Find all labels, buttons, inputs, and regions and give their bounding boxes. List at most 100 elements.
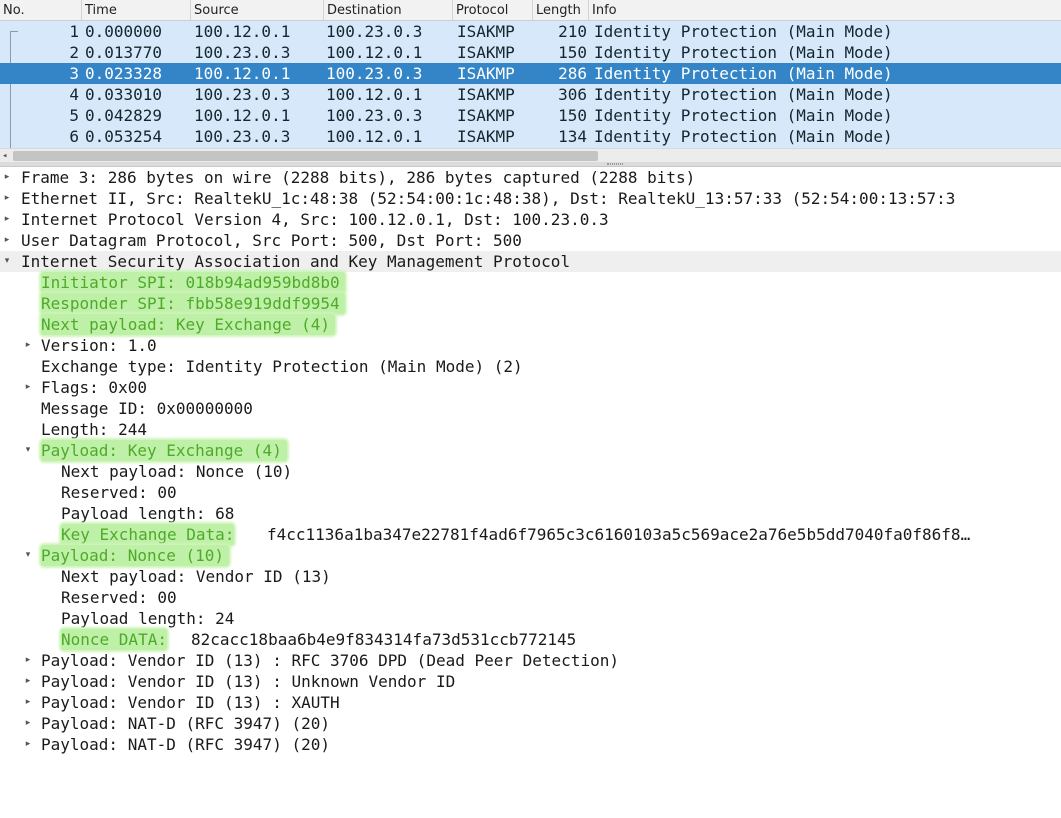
packet-no: 3 [69, 64, 79, 83]
collapse-arrow-icon[interactable]: ▾ [21, 545, 35, 566]
packet-protocol: ISAKMP [457, 85, 515, 104]
column-header-time[interactable]: Time [82, 0, 191, 20]
packet-source: 100.12.0.1 [194, 22, 291, 41]
scroll-left-arrow-icon[interactable]: ◂ [2, 149, 7, 163]
field-label: Key Exchange Data: [61, 524, 235, 545]
column-header-protocol[interactable]: Protocol [453, 0, 533, 20]
field-ke-payload-length[interactable]: Payload length: 68 [0, 503, 1061, 524]
field-label: Payload: Vendor ID (13) : Unknown Vendor… [41, 672, 456, 691]
expand-arrow-icon[interactable]: ▸ [21, 692, 35, 713]
packet-destination: 100.23.0.3 [326, 106, 423, 125]
tree-item-frame[interactable]: ▸ Frame 3: 286 bytes on wire (2288 bits)… [0, 167, 1061, 188]
packet-info: Identity Protection (Main Mode) [594, 106, 893, 125]
field-responder-spi[interactable]: Responder SPI: fbb58e919ddf9954 [0, 293, 1061, 314]
tree-item-payload-nonce[interactable]: ▾ Payload: Nonce (10) [0, 545, 1061, 566]
tree-item-payload-key-exchange[interactable]: ▾ Payload: Key Exchange (4) [0, 440, 1061, 461]
tree-item-vendor-dpd[interactable]: ▸ Payload: Vendor ID (13) : RFC 3706 DPD… [0, 650, 1061, 671]
tree-item-udp[interactable]: ▸ User Datagram Protocol, Src Port: 500,… [0, 230, 1061, 251]
packet-info: Identity Protection (Main Mode) [594, 43, 893, 62]
expand-arrow-icon[interactable]: ▸ [0, 230, 14, 251]
packet-time: 0.023328 [85, 64, 163, 83]
field-value: 82cacc18baa6b4e9f834314fa73d531ccb772145 [191, 630, 577, 649]
column-header-destination[interactable]: Destination [324, 0, 453, 20]
expand-arrow-icon[interactable]: ▸ [0, 188, 14, 209]
packet-details-tree[interactable]: ▸ Frame 3: 286 bytes on wire (2288 bits)… [0, 167, 1061, 756]
packet-list-header: No. Time Source Destination Protocol Len… [0, 0, 1061, 21]
field-label: Payload: Nonce (10) [41, 545, 230, 566]
packet-source: 100.23.0.3 [194, 43, 291, 62]
field-exchange-type[interactable]: Exchange type: Identity Protection (Main… [0, 356, 1061, 377]
packet-destination: 100.23.0.3 [326, 22, 423, 41]
packet-row[interactable]: 2 0.013770 100.23.0.3 100.12.0.1 ISAKMP … [0, 42, 1061, 63]
expand-arrow-icon[interactable]: ▸ [21, 650, 35, 671]
field-label: Payload: Key Exchange (4) [41, 440, 287, 461]
packet-row[interactable]: 5 0.042829 100.12.0.1 100.23.0.3 ISAKMP … [0, 105, 1061, 126]
column-header-no[interactable]: No. [0, 0, 82, 20]
packet-time: 0.042829 [85, 106, 163, 125]
packet-protocol: ISAKMP [457, 22, 515, 41]
packet-list-horizontal-scrollbar[interactable]: ◂ [0, 148, 1061, 163]
packet-source: 100.12.0.1 [194, 64, 291, 83]
field-label: Reserved: 00 [61, 483, 177, 502]
field-ke-reserved[interactable]: Reserved: 00 [0, 482, 1061, 503]
column-header-length[interactable]: Length [533, 0, 589, 20]
field-label: Payload: Vendor ID (13) : RFC 3706 DPD (… [41, 651, 619, 670]
field-label: Length: 244 [41, 420, 147, 439]
tree-item-nat-d[interactable]: ▸ Payload: NAT-D (RFC 3947) (20) [0, 713, 1061, 734]
field-ke-next-payload[interactable]: Next payload: Nonce (10) [0, 461, 1061, 482]
packet-info: Identity Protection (Main Mode) [594, 22, 893, 41]
tree-item-label: User Datagram Protocol, Src Port: 500, D… [21, 231, 522, 250]
column-header-source[interactable]: Source [191, 0, 324, 20]
tree-item-nat-d[interactable]: ▸ Payload: NAT-D (RFC 3947) (20) [0, 734, 1061, 755]
packet-time: 0.000000 [85, 22, 163, 41]
field-version[interactable]: ▸ Version: 1.0 [0, 335, 1061, 356]
scrollbar-thumb[interactable] [13, 151, 598, 161]
packet-row[interactable]: 1 0.000000 100.12.0.1 100.23.0.3 ISAKMP … [0, 21, 1061, 42]
packet-no: 4 [69, 85, 79, 104]
tree-item-vendor-unknown[interactable]: ▸ Payload: Vendor ID (13) : Unknown Vend… [0, 671, 1061, 692]
column-header-info[interactable]: Info [589, 0, 1061, 20]
expand-arrow-icon[interactable]: ▸ [21, 734, 35, 755]
field-label: Exchange type: Identity Protection (Main… [41, 357, 523, 376]
packet-row[interactable]: 4 0.033010 100.23.0.3 100.12.0.1 ISAKMP … [0, 84, 1061, 105]
field-nonce-next-payload[interactable]: Next payload: Vendor ID (13) [0, 566, 1061, 587]
packet-row-selected[interactable]: 3 0.023328 100.12.0.1 100.23.0.3 ISAKMP … [0, 63, 1061, 84]
field-label: Flags: 0x00 [41, 378, 147, 397]
field-next-payload[interactable]: Next payload: Key Exchange (4) [0, 314, 1061, 335]
packet-row[interactable]: 6 0.053254 100.23.0.3 100.12.0.1 ISAKMP … [0, 126, 1061, 147]
field-nonce-reserved[interactable]: Reserved: 00 [0, 587, 1061, 608]
splitter-grip-icon[interactable] [607, 163, 623, 165]
collapse-arrow-icon[interactable]: ▾ [0, 251, 14, 272]
packet-length: 306 [558, 85, 587, 104]
packet-length: 286 [558, 64, 587, 83]
field-label: Reserved: 00 [61, 588, 177, 607]
packet-source: 100.23.0.3 [194, 85, 291, 104]
packet-info: Identity Protection (Main Mode) [594, 127, 893, 146]
tree-item-vendor-xauth[interactable]: ▸ Payload: Vendor ID (13) : XAUTH [0, 692, 1061, 713]
field-length[interactable]: Length: 244 [0, 419, 1061, 440]
field-message-id[interactable]: Message ID: 0x00000000 [0, 398, 1061, 419]
packet-protocol: ISAKMP [457, 106, 515, 125]
tree-item-label: Frame 3: 286 bytes on wire (2288 bits), … [21, 168, 696, 187]
field-initiator-spi[interactable]: Initiator SPI: 018b94ad959bd8b0 [0, 272, 1061, 293]
field-label: Next payload: Key Exchange (4) [41, 314, 335, 335]
field-flags[interactable]: ▸ Flags: 0x00 [0, 377, 1061, 398]
tree-item-isakmp[interactable]: ▾ Internet Security Association and Key … [0, 251, 1061, 272]
field-nonce-data[interactable]: Nonce DATA: 82cacc18baa6b4e9f834314fa73d… [0, 629, 1061, 650]
field-label: Nonce DATA: [61, 629, 167, 650]
expand-arrow-icon[interactable]: ▸ [0, 167, 14, 188]
field-key-exchange-data[interactable]: Key Exchange Data: f4cc1136a1ba347e22781… [0, 524, 1061, 545]
packet-source: 100.23.0.3 [194, 127, 291, 146]
expand-arrow-icon[interactable]: ▸ [0, 209, 14, 230]
packet-list[interactable]: 1 0.000000 100.12.0.1 100.23.0.3 ISAKMP … [0, 21, 1061, 152]
field-label: Initiator SPI: 018b94ad959bd8b0 [41, 272, 345, 293]
expand-arrow-icon[interactable]: ▸ [21, 671, 35, 692]
expand-arrow-icon[interactable]: ▸ [21, 377, 35, 398]
field-nonce-payload-length[interactable]: Payload length: 24 [0, 608, 1061, 629]
tree-item-ethernet[interactable]: ▸ Ethernet II, Src: RealtekU_1c:48:38 (5… [0, 188, 1061, 209]
collapse-arrow-icon[interactable]: ▾ [21, 440, 35, 461]
field-label: Next payload: Nonce (10) [61, 462, 293, 481]
tree-item-ip[interactable]: ▸ Internet Protocol Version 4, Src: 100.… [0, 209, 1061, 230]
expand-arrow-icon[interactable]: ▸ [21, 713, 35, 734]
expand-arrow-icon[interactable]: ▸ [21, 335, 35, 356]
